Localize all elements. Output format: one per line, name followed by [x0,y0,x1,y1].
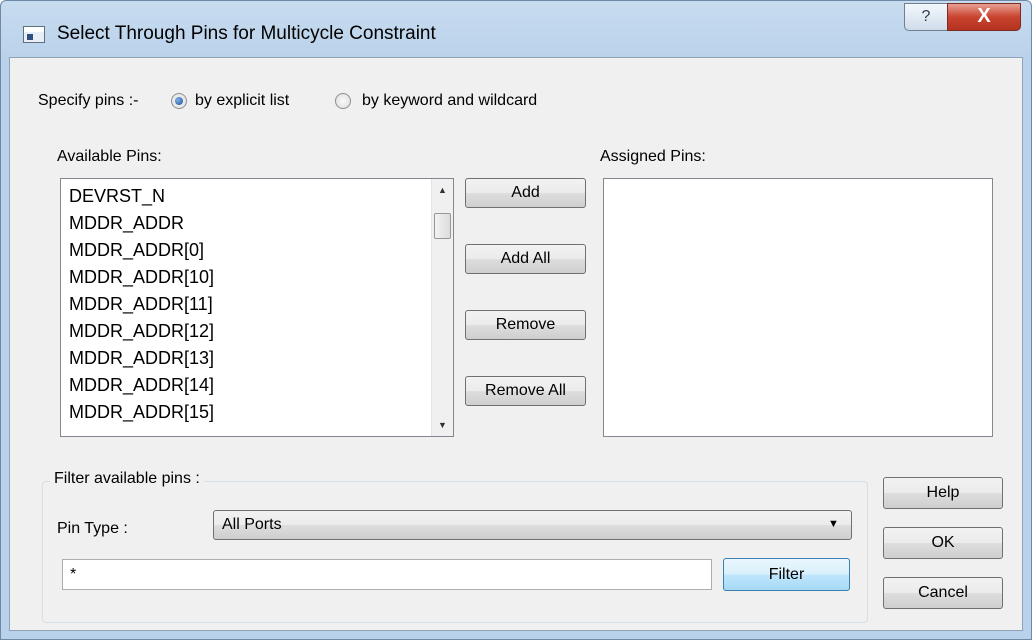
question-mark-icon: ? [921,8,931,25]
available-pins-scrollbar[interactable]: ▲ ▼ [431,179,453,436]
title-help-button[interactable]: ? [904,3,948,31]
close-icon: X [977,5,991,27]
pin-type-label: Pin Type : [57,520,128,537]
available-pin-item[interactable]: MDDR_ADDR[11] [69,291,214,318]
chevron-down-icon: ▼ [828,518,839,530]
available-pin-item[interactable]: MDDR_ADDR [69,210,214,237]
assigned-pins-list[interactable] [603,178,993,437]
specify-pins-label: Specify pins :- [38,92,139,109]
radio-keyword-wildcard-label[interactable]: by keyword and wildcard [362,92,537,110]
filter-group-box [42,481,868,623]
remove-all-button[interactable]: Remove All [465,376,586,406]
scroll-up-arrow-icon[interactable]: ▲ [432,179,453,201]
available-pin-item[interactable]: MDDR_ADDR[10] [69,264,214,291]
help-button[interactable]: Help [883,477,1003,509]
dialog-window: Select Through Pins for Multicycle Const… [0,0,1032,640]
available-pins-label: Available Pins: [57,148,162,165]
filter-pattern-value: * [70,566,77,583]
assigned-pins-label: Assigned Pins: [600,148,706,165]
available-pin-item[interactable]: MDDR_ADDR[0] [69,237,214,264]
filter-group-label: Filter available pins : [50,470,204,488]
add-all-button[interactable]: Add All [465,244,586,274]
scrollbar-thumb[interactable] [434,213,451,239]
remove-button[interactable]: Remove [465,310,586,340]
ok-button[interactable]: OK [883,527,1003,559]
window-app-icon [23,26,45,43]
filter-pattern-field[interactable]: * [62,559,712,590]
title-bar[interactable]: Select Through Pins for Multicycle Const… [1,1,1031,57]
pin-type-select[interactable]: All Ports ▼ [213,510,852,540]
available-pins-items: DEVRST_N MDDR_ADDR MDDR_ADDR[0] MDDR_ADDR[1… [69,183,214,426]
filter-button[interactable]: Filter [723,558,850,591]
cancel-button[interactable]: Cancel [883,577,1003,609]
window-title: Select Through Pins for Multicycle Const… [57,23,436,44]
scroll-down-arrow-icon[interactable]: ▼ [432,414,453,436]
available-pin-item[interactable]: DEVRST_N [69,183,214,210]
available-pin-item[interactable]: MDDR_ADDR[12] [69,318,214,345]
close-button[interactable]: X [947,3,1021,31]
add-button[interactable]: Add [465,178,586,208]
available-pin-item[interactable]: MDDR_ADDR[14] [69,372,214,399]
radio-keyword-wildcard[interactable] [335,93,351,109]
radio-explicit-list-label[interactable]: by explicit list [195,92,289,110]
dialog-client-area: Specify pins :- by explicit list by keyw… [9,57,1023,631]
pin-type-select-value: All Ports [222,516,282,533]
available-pins-list[interactable]: DEVRST_N MDDR_ADDR MDDR_ADDR[0] MDDR_ADDR[1… [60,178,454,437]
available-pin-item[interactable]: MDDR_ADDR[15] [69,399,214,426]
radio-explicit-list[interactable] [171,93,187,109]
available-pin-item[interactable]: MDDR_ADDR[13] [69,345,214,372]
